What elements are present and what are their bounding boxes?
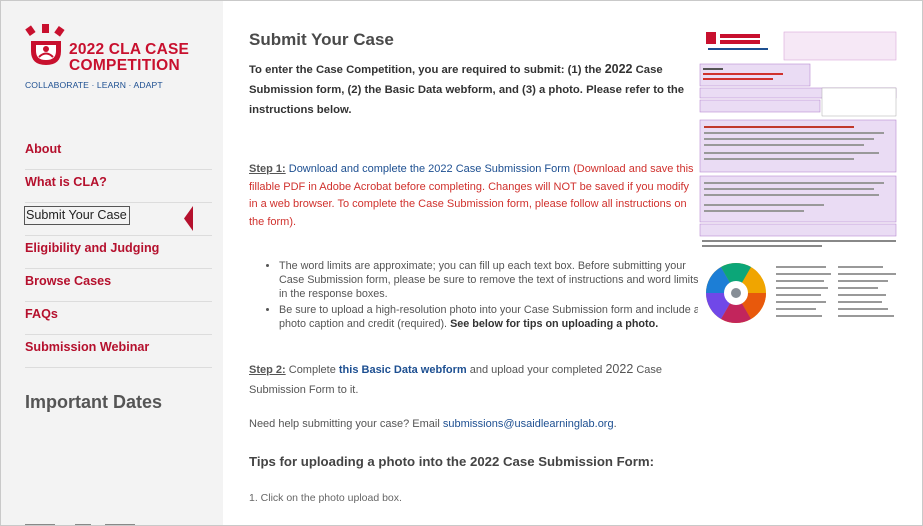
download-case-submission-form-link[interactable]: Download and complete the 2022 Case Subm… <box>286 163 570 175</box>
instructions-list: The word limits are approximate; you can… <box>263 259 709 333</box>
cla-logo-icon <box>25 24 65 65</box>
step1-link-text: Download and complete the <box>285 163 429 175</box>
sidebar-item-browse-cases[interactable]: Browse Cases <box>25 269 212 302</box>
important-dates-heading[interactable]: Important Dates <box>25 392 162 413</box>
sidebar-bottom-graphic <box>25 524 135 525</box>
help-email-link[interactable]: submissions@usaidlearninglab.org <box>443 418 614 430</box>
active-nav-marker-icon <box>184 206 193 231</box>
step1-label: Step 1: <box>249 163 286 175</box>
list-item: Be sure to upload a high-resolution phot… <box>279 303 709 331</box>
step1-link-text-continued: Case Submission Form <box>452 163 571 175</box>
basic-data-webform-link[interactable]: this Basic Data webform <box>339 364 467 376</box>
competition-logo[interactable]: 2022 CLA CASE COMPETITION COLLABORATE · … <box>25 23 205 103</box>
photo-tips-pointer: See below for tips on uploading a photo. <box>450 318 659 330</box>
photo-tips-heading: Tips for uploading a photo into the 2022… <box>249 454 709 469</box>
sidebar-item-label: Submit Your Case <box>24 206 130 225</box>
step2-paragraph: Step 2: Complete this Basic Data webform… <box>249 359 694 400</box>
logo-title-line2: COMPETITION <box>69 57 180 74</box>
step1-year: 2022 <box>428 163 453 175</box>
list-item: The word limits are approximate; you can… <box>279 259 709 301</box>
help-paragraph: Need help submitting your case? Email su… <box>249 418 694 430</box>
intro-paragraph: To enter the Case Competition, you are r… <box>249 59 694 120</box>
word-limit-note: The word limits are approximate; you can… <box>279 260 699 300</box>
step2-text: Complete <box>285 364 339 376</box>
photo-tip-step-1: 1. Click on the photo upload box. <box>249 492 402 504</box>
tips-heading-year: 2022 <box>470 454 500 469</box>
help-text-end: . <box>613 418 617 430</box>
intro-year: 2022 <box>604 62 633 76</box>
sidebar-item-label: Browse Cases <box>25 274 112 288</box>
step2-year: 2022 <box>605 362 634 376</box>
sidebar-item-label: Submission Webinar <box>25 340 150 354</box>
sidebar-nav: About What is CLA? Submit Your Case Elig… <box>24 137 212 368</box>
step2-text-continued: and upload your completed <box>466 364 606 376</box>
case-submission-form-preview[interactable] <box>698 28 900 373</box>
logo-tagline: COLLABORATE · LEARN · ADAPT <box>25 80 163 90</box>
sidebar-item-eligibility-and-judging[interactable]: Eligibility and Judging <box>25 236 212 269</box>
tips-heading-text: Tips for uploading a photo into the <box>249 454 470 469</box>
sidebar-item-label: Eligibility and Judging <box>25 241 160 255</box>
sidebar-item-submission-webinar[interactable]: Submission Webinar <box>25 335 212 368</box>
sidebar-item-faqs[interactable]: FAQs <box>25 302 212 335</box>
sidebar-item-what-is-cla[interactable]: What is CLA? <box>25 170 212 203</box>
sidebar-item-label: What is CLA? <box>25 175 107 189</box>
sidebar-item-about[interactable]: About <box>25 137 212 170</box>
sidebar-item-label: FAQs <box>25 307 58 321</box>
step1-paragraph: Step 1: Download and complete the 2022 C… <box>249 161 699 231</box>
page-title: Submit Your Case <box>249 30 394 49</box>
tips-heading-text-end: Case Submission Form: <box>499 454 654 469</box>
intro-text: To enter the Case Competition, you are r… <box>249 64 605 76</box>
sidebar-item-label: About <box>25 142 62 156</box>
step2-label: Step 2: <box>249 364 286 376</box>
main-content: Submit Your Case To enter the Case Compe… <box>249 30 700 504</box>
help-text: Need help submitting your case? Email <box>249 418 443 430</box>
page-frame: 2022 CLA CASE COMPETITION COLLABORATE · … <box>0 0 923 526</box>
sidebar: 2022 CLA CASE COMPETITION COLLABORATE · … <box>1 1 223 525</box>
